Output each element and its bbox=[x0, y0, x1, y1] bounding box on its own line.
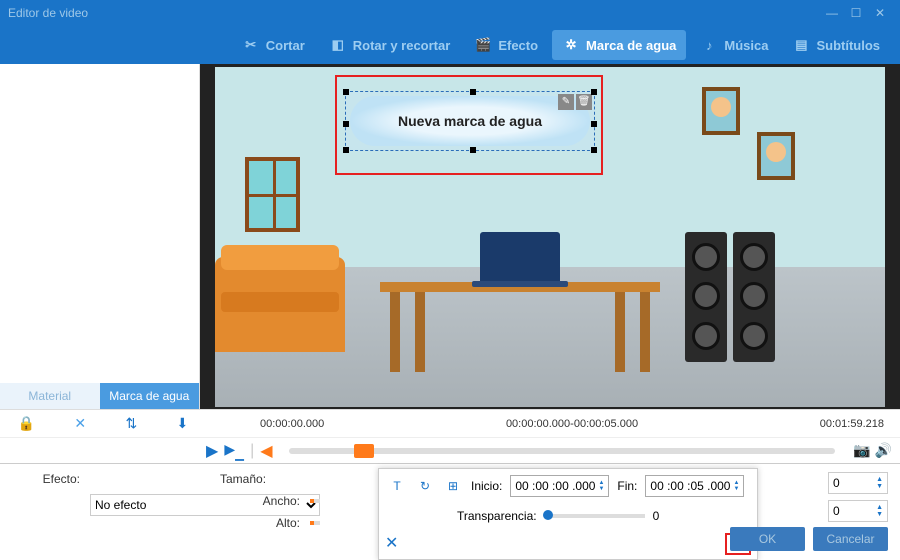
watermark-highlight-box: Nueva marca de agua ✎ 🗑 bbox=[335, 75, 603, 175]
tool-rotate-crop[interactable]: ◧Rotar y recortar bbox=[319, 30, 461, 60]
subtitle-icon: ▤ bbox=[792, 36, 810, 54]
timeline-start: 00:00:00.000 bbox=[260, 418, 324, 430]
close-button[interactable]: ✕ bbox=[868, 3, 892, 23]
volume-icon[interactable]: 🔊 bbox=[875, 442, 892, 459]
properties-panel: Efecto: Tamaño: No efecto Ancho: Alto: bbox=[0, 464, 330, 559]
scene-frame-1 bbox=[702, 87, 740, 135]
start-label: Inicio: bbox=[471, 479, 502, 493]
music-icon: ♪ bbox=[700, 36, 718, 54]
tool-cut[interactable]: ✂Cortar bbox=[232, 30, 315, 60]
tool-watermark[interactable]: ✲Marca de agua bbox=[552, 30, 686, 60]
timeline-track[interactable] bbox=[289, 448, 836, 454]
maximize-button[interactable]: ☐ bbox=[844, 3, 868, 23]
watermark-timing-popup: T ↻ ⊞ Inicio: 00 :00 :00 .000▲▼ Fin: 00 … bbox=[378, 468, 758, 560]
main-toolbar: ✂Cortar ◧Rotar y recortar 🎬Efecto ✲Marca… bbox=[0, 26, 900, 64]
mark-in-icon[interactable]: ◀ bbox=[260, 441, 272, 461]
play-icon[interactable]: ▶ bbox=[206, 441, 218, 461]
reel-icon: ✲ bbox=[562, 36, 580, 54]
transparency-value: 0 bbox=[653, 509, 660, 523]
scene-speakers bbox=[685, 232, 775, 362]
download-icon[interactable]: ⬇ bbox=[177, 415, 189, 432]
tool-subtitles[interactable]: ▤Subtítulos bbox=[782, 30, 890, 60]
titlebar: Editor de video — ☐ ✕ bbox=[0, 0, 900, 26]
start-time-field[interactable]: 00 :00 :00 .000▲▼ bbox=[510, 475, 609, 497]
transparency-slider[interactable] bbox=[545, 514, 645, 518]
scene-couch bbox=[215, 257, 345, 352]
snapshot-icon[interactable]: 📷 bbox=[853, 442, 870, 459]
timeline-clip[interactable] bbox=[354, 444, 374, 458]
scene-laptop bbox=[480, 232, 560, 282]
lock-icon[interactable]: 🔒 bbox=[18, 415, 35, 432]
tab-material[interactable]: Material bbox=[0, 383, 100, 409]
watermark-text: Nueva marca de agua bbox=[398, 113, 542, 129]
window-title: Editor de video bbox=[8, 6, 88, 20]
watermark-edit-icon[interactable]: ✎ bbox=[558, 94, 574, 110]
end-label: Fin: bbox=[617, 479, 637, 493]
size-label: Tamaño: bbox=[220, 472, 266, 486]
clapper-icon: 🎬 bbox=[474, 36, 492, 54]
height-slider[interactable] bbox=[310, 521, 320, 525]
watermark-object[interactable]: Nueva marca de agua ✎ 🗑 bbox=[345, 91, 595, 151]
tool-effect[interactable]: 🎬Efecto bbox=[464, 30, 548, 60]
ok-button[interactable]: OK bbox=[730, 527, 805, 551]
grid-icon[interactable]: ⊞ bbox=[443, 476, 463, 496]
watermark-delete-icon[interactable]: 🗑 bbox=[576, 94, 592, 110]
height-stepper[interactable]: 0▲▼ bbox=[828, 500, 888, 522]
minimize-button[interactable]: — bbox=[820, 3, 844, 23]
end-time-field[interactable]: 00 :00 :05 .000▲▼ bbox=[645, 475, 744, 497]
width-label: Ancho: bbox=[240, 494, 300, 508]
video-preview: Nueva marca de agua ✎ 🗑 bbox=[200, 64, 900, 409]
delete-icon[interactable]: ✕ bbox=[74, 415, 86, 432]
play-to-end-icon[interactable]: ▶▁ bbox=[224, 441, 244, 461]
tab-watermark[interactable]: Marca de agua bbox=[100, 383, 200, 409]
text-tool-icon[interactable]: T bbox=[387, 476, 407, 496]
adjust-icon[interactable]: ⇅ bbox=[125, 415, 137, 432]
transparency-label: Transparencia: bbox=[457, 509, 537, 523]
timeline-range: 00:00:00.000-00:00:05.000 bbox=[324, 418, 820, 430]
scene-window bbox=[245, 157, 300, 232]
scene-frame-2 bbox=[757, 132, 795, 180]
height-label: Alto: bbox=[240, 516, 300, 530]
scissors-icon: ✂ bbox=[242, 36, 260, 54]
cancel-button[interactable]: Cancelar bbox=[813, 527, 888, 551]
tool-music[interactable]: ♪Música bbox=[690, 30, 778, 60]
width-slider[interactable] bbox=[310, 499, 320, 503]
width-stepper[interactable]: 0▲▼ bbox=[828, 472, 888, 494]
left-panel: Material Marca de agua bbox=[0, 64, 200, 409]
refresh-icon[interactable]: ↻ bbox=[415, 476, 435, 496]
timeline-end: 00:01:59.218 bbox=[820, 418, 884, 430]
effect-label: Efecto: bbox=[10, 472, 80, 486]
scene-desk bbox=[380, 282, 660, 372]
crop-icon: ◧ bbox=[329, 36, 347, 54]
popup-close-icon[interactable]: ✕ bbox=[385, 533, 398, 555]
